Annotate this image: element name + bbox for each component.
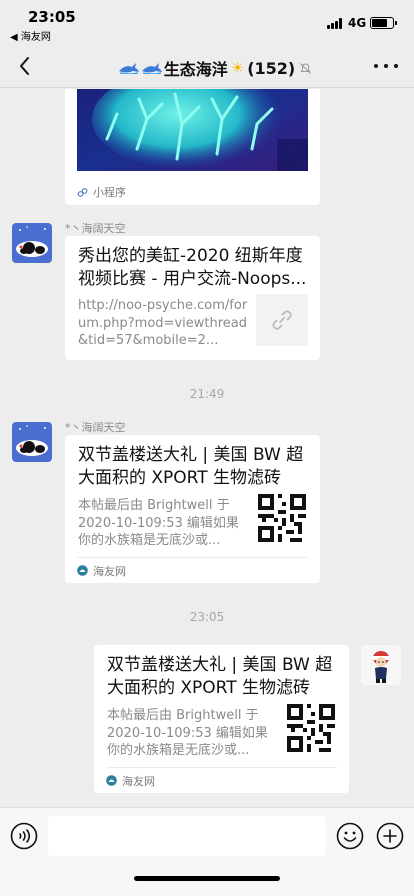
link-icon: [272, 310, 292, 330]
mini-program-icon: [77, 187, 88, 197]
plus-icon[interactable]: [376, 822, 404, 850]
card-footer: 海友网: [106, 767, 337, 793]
member-count: (152): [247, 58, 296, 78]
home-indicator: [134, 876, 280, 881]
message-input[interactable]: [48, 816, 326, 856]
chat-messages[interactable]: 小程序 *丶海阔天空 秀出您的美缸-2020 纽斯年度视频比赛 - 用户交流-N…: [0, 89, 414, 807]
link-card[interactable]: 秀出您的美缸-2020 纽斯年度视频比赛 - 用户交流-Noops... htt…: [65, 236, 320, 360]
article-title: 双节盖楼送大礼 | 美国 BW 超大面积的 XPORT 生物滤砖等...: [78, 445, 304, 488]
site-logo-icon: [106, 775, 117, 786]
avatar[interactable]: [12, 223, 52, 263]
link-url: http://noo-psyche.com/forum.php?mod=view…: [78, 298, 248, 348]
input-bar: [0, 807, 414, 896]
article-desc: 本帖最后由 Brightwell 于 2020-10-109:53 编辑如果你的…: [78, 498, 239, 548]
qr-code-thumb: [258, 494, 306, 542]
mute-icon: [300, 62, 312, 74]
source-label: 海友网: [122, 774, 155, 788]
site-logo-icon: [77, 565, 88, 576]
back-to-app-link[interactable]: ◀ 海友网: [10, 28, 51, 43]
coral-thumbnail: [77, 89, 308, 171]
avatar[interactable]: [361, 645, 401, 685]
sender-name: *丶海阔天空: [65, 222, 126, 235]
source-label: 海友网: [93, 564, 126, 578]
sun-emoji-icon: ☀: [230, 59, 245, 77]
group-name: 生态海洋: [163, 60, 228, 79]
signal-icon: [327, 18, 343, 29]
card-footer: 海友网: [77, 557, 308, 583]
voice-icon[interactable]: [10, 822, 38, 850]
qr-code-thumb: [287, 704, 335, 752]
back-icon[interactable]: [12, 52, 40, 80]
article-card[interactable]: 双节盖楼送大礼 | 美国 BW 超大面积的 XPORT 生物滤砖等... 本帖最…: [65, 435, 320, 583]
article-card[interactable]: 双节盖楼送大礼 | 美国 BW 超大面积的 XPORT 生物滤砖等... 本帖最…: [94, 645, 349, 793]
timestamp: 21:49: [189, 387, 225, 401]
status-time: 23:05: [28, 8, 76, 26]
mini-program-card[interactable]: 小程序: [65, 89, 320, 205]
avatar[interactable]: [12, 422, 52, 462]
shark-emoji-icon-2: [141, 63, 162, 74]
article-desc: 本帖最后由 Brightwell 于 2020-10-109:53 编辑如果你的…: [107, 708, 268, 758]
sender-name: *丶海阔天空: [65, 421, 126, 434]
network-type: 4G: [348, 16, 367, 30]
timestamp: 23:05: [189, 610, 225, 624]
status-bar: 23:05 ◀ 海友网 4G: [0, 0, 414, 44]
battery-icon: [370, 17, 397, 29]
link-preview-thumb: [256, 294, 308, 346]
more-icon[interactable]: [374, 58, 398, 74]
emoji-icon[interactable]: [336, 822, 364, 850]
chat-title: 生态海洋 ☀ (152): [110, 56, 320, 80]
link-title: 秀出您的美缸-2020 纽斯年度视频比赛 - 用户交流-Noops...: [78, 246, 307, 289]
shark-emoji-icon: [118, 63, 139, 74]
card-footer: 小程序: [77, 179, 308, 205]
mini-program-label: 小程序: [93, 186, 126, 199]
article-title: 双节盖楼送大礼 | 美国 BW 超大面积的 XPORT 生物滤砖等...: [107, 655, 333, 698]
chat-header: 生态海洋 ☀ (152): [0, 44, 414, 88]
